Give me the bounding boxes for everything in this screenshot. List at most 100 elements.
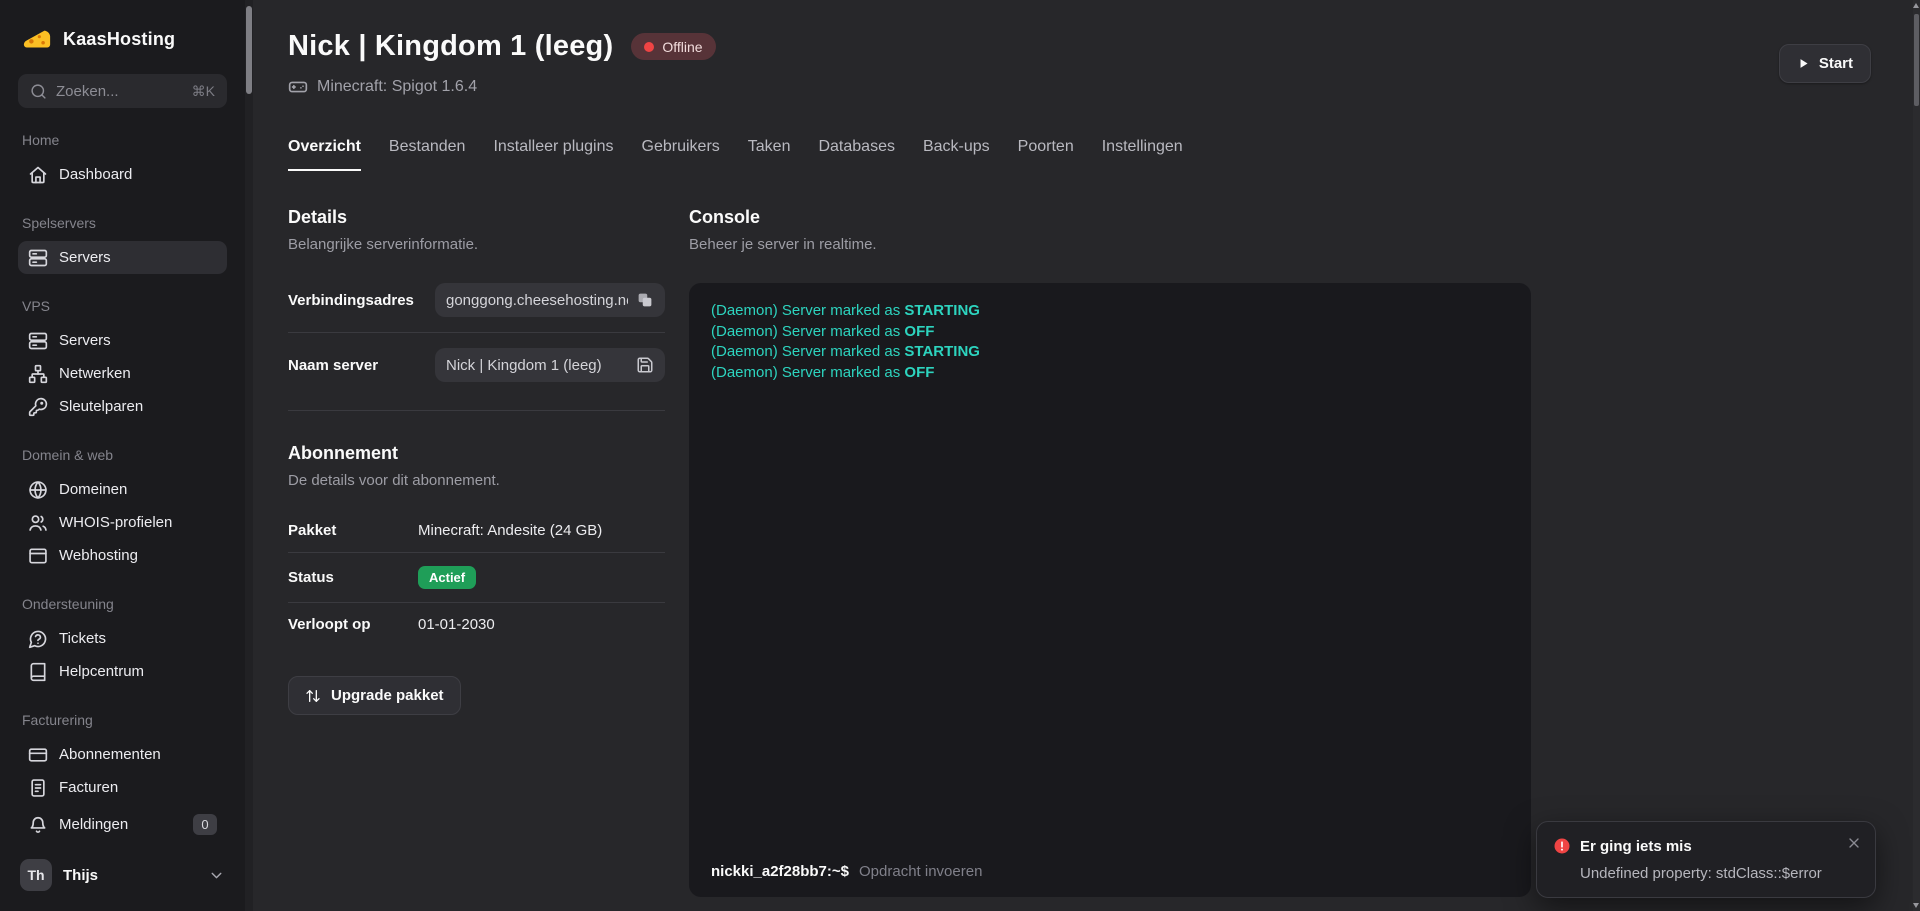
start-button[interactable]: Start <box>1779 44 1871 83</box>
sidebar-section-label: Ondersteuning <box>18 596 227 612</box>
close-icon[interactable] <box>1846 835 1862 851</box>
save-icon[interactable] <box>636 356 654 374</box>
connection-address-value: gonggong.cheesehosting.ne <box>446 292 628 309</box>
sidebar-item-vps-netwerken[interactable]: Netwerken <box>18 357 227 390</box>
subscription-rows: PakketMinecraft: Andesite (24 GB)StatusA… <box>288 509 665 646</box>
sidebar-item-ondersteuning-tickets[interactable]: Tickets <box>18 622 227 655</box>
users-icon <box>28 513 48 533</box>
subscription-value: Minecraft: Andesite (24 GB) <box>418 522 602 539</box>
tab-bestanden[interactable]: Bestanden <box>389 138 466 171</box>
user-menu[interactable]: Th Thijs <box>18 859 227 891</box>
sidebar-item-domein-web-webhosting[interactable]: Webhosting <box>18 539 227 572</box>
sidebar-item-domein-web-whois-profielen[interactable]: WHOIS-profielen <box>18 506 227 539</box>
subscription-label: Status <box>288 569 418 586</box>
sidebar-item-facturering-facturen[interactable]: Facturen <box>18 771 227 804</box>
tab-databases[interactable]: Databases <box>818 138 895 171</box>
tab-overzicht[interactable]: Overzicht <box>288 138 361 171</box>
page-scrollbar-thumb[interactable] <box>1914 14 1919 106</box>
console-subtitle: Beheer je server in realtime. <box>689 236 1531 253</box>
sidebar-item-label: Domeinen <box>59 481 127 498</box>
status-badge: Offline <box>631 33 715 60</box>
cheese-logo-icon <box>22 24 52 54</box>
sidebar-scrollbar-thumb[interactable] <box>246 6 252 94</box>
console-log-line: (Daemon) Server marked as STARTING <box>711 342 1509 363</box>
sidebar-bottom: Meldingen 0 Th Thijs <box>18 808 227 891</box>
subscription-label: Verloopt op <box>288 616 418 633</box>
sidebar-item-home-dashboard[interactable]: Dashboard <box>18 158 227 191</box>
bell-icon <box>28 815 48 835</box>
subscription-row-status: StatusActief <box>288 552 665 602</box>
server-name-value: Nick | Kingdom 1 (leeg) <box>446 357 628 374</box>
arrows-up-down-icon <box>305 688 321 704</box>
sidebar-item-label: WHOIS-profielen <box>59 514 172 531</box>
tab-installeer-plugins[interactable]: Installeer plugins <box>493 138 613 171</box>
scroll-down-arrow-icon[interactable] <box>1913 903 1919 908</box>
search-placeholder: Zoeken... <box>56 83 183 100</box>
gamepad-icon <box>288 77 308 97</box>
console-log: (Daemon) Server marked as STARTING(Daemo… <box>689 283 1531 401</box>
divider <box>288 332 665 333</box>
console-section: Console Beheer je server in realtime. (D… <box>689 207 1531 897</box>
sidebar-item-label: Netwerken <box>59 365 131 382</box>
sidebar-item-label: Servers <box>59 332 111 349</box>
sidebar-item-label: Sleutelparen <box>59 398 143 415</box>
start-button-label: Start <box>1819 55 1853 72</box>
copy-icon[interactable] <box>636 291 654 309</box>
sidebar-item-label: Helpcentrum <box>59 663 144 680</box>
search-input[interactable]: Zoeken... ⌘K <box>18 74 227 108</box>
tab-gebruikers[interactable]: Gebruikers <box>642 138 720 171</box>
game-info: Minecraft: Spigot 1.6.4 <box>317 78 477 96</box>
book-icon <box>28 662 48 682</box>
sidebar-item-facturering-abonnementen[interactable]: Abonnementen <box>18 738 227 771</box>
subscription-row-verloopt-op: Verloopt op01-01-2030 <box>288 602 665 646</box>
sidebar-item-label: Tickets <box>59 630 106 647</box>
sidebar-item-label: Dashboard <box>59 166 132 183</box>
sidebar-nav: HomeDashboardSpelserversServersVPSServer… <box>18 108 227 804</box>
sidebar-item-domein-web-domeinen[interactable]: Domeinen <box>18 473 227 506</box>
home-icon <box>28 165 48 185</box>
upgrade-package-button[interactable]: Upgrade pakket <box>288 676 461 715</box>
sidebar-item-ondersteuning-helpcentrum[interactable]: Helpcentrum <box>18 655 227 688</box>
sidebar-section-label: VPS <box>18 298 227 314</box>
offline-dot-icon <box>644 42 654 52</box>
details-section: Details Belangrijke serverinformatie. Ve… <box>288 207 665 715</box>
tab-instellingen[interactable]: Instellingen <box>1102 138 1183 171</box>
sidebar-section-label: Spelservers <box>18 215 227 231</box>
sidebar-item-spelservers-servers[interactable]: Servers <box>18 241 227 274</box>
tab-poorten[interactable]: Poorten <box>1018 138 1074 171</box>
subscription-heading: Abonnement <box>288 443 665 464</box>
sidebar-item-vps-servers[interactable]: Servers <box>18 324 227 357</box>
sidebar-scrollbar[interactable] <box>245 0 253 911</box>
console-panel: (Daemon) Server marked as STARTING(Daemo… <box>689 283 1531 897</box>
subscription-subtitle: De details voor dit abonnement. <box>288 472 665 489</box>
toast-title: Er ging iets mis <box>1580 838 1692 855</box>
status-badge-label: Offline <box>662 39 702 55</box>
chevron-down-icon <box>208 867 225 884</box>
sidebar-item-vps-sleutelparen[interactable]: Sleutelparen <box>18 390 227 423</box>
console-prompt: nickki_a2f28bb7:~$ <box>711 863 849 880</box>
sidebar-section-label: Domein & web <box>18 447 227 463</box>
tab-back-ups[interactable]: Back-ups <box>923 138 990 171</box>
page-scrollbar[interactable] <box>1913 0 1920 911</box>
connection-address-field[interactable]: gonggong.cheesehosting.ne <box>435 283 665 317</box>
brand: KaasHosting <box>18 24 227 54</box>
server-name-field[interactable]: Nick | Kingdom 1 (leeg) <box>435 348 665 382</box>
network-icon <box>28 364 48 384</box>
sidebar-item-label: Servers <box>59 249 111 266</box>
sidebar-item-label: Facturen <box>59 779 118 796</box>
avatar: Th <box>20 859 52 891</box>
console-heading: Console <box>689 207 1531 228</box>
subscription-row-pakket: PakketMinecraft: Andesite (24 GB) <box>288 509 665 552</box>
globe-icon <box>28 480 48 500</box>
divider <box>288 410 665 411</box>
sidebar-item-meldingen[interactable]: Meldingen 0 <box>18 808 227 841</box>
subscription-value: 01-01-2030 <box>418 616 495 633</box>
tab-taken[interactable]: Taken <box>748 138 791 171</box>
toast-message: Undefined property: stdClass::$error <box>1580 865 1859 882</box>
invoice-icon <box>28 778 48 798</box>
scroll-up-arrow-icon[interactable] <box>1913 3 1919 8</box>
console-input-row: nickki_a2f28bb7:~$ <box>711 862 1509 881</box>
notifications-count-badge: 0 <box>193 814 217 835</box>
sidebar: KaasHosting Zoeken... ⌘K HomeDashboardSp… <box>0 0 245 911</box>
console-input[interactable] <box>857 862 1509 881</box>
